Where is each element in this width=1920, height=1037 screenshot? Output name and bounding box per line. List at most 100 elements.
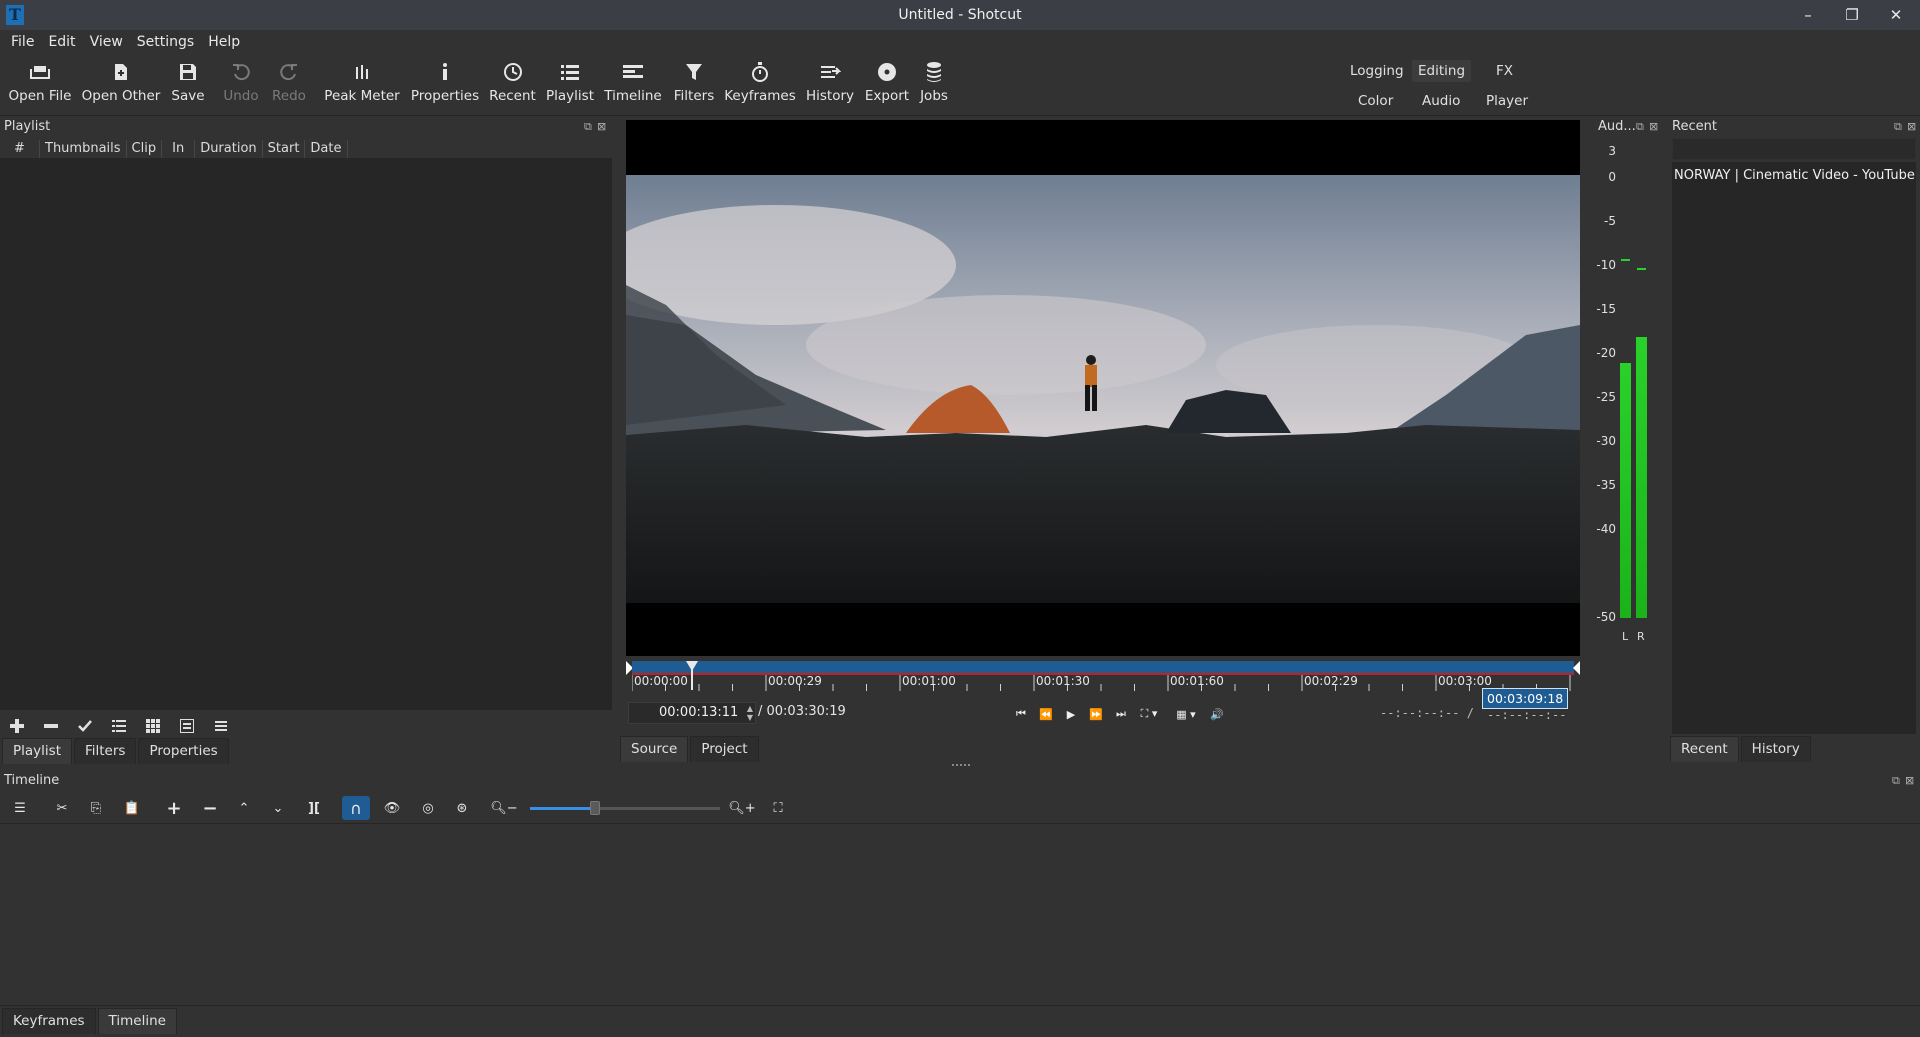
- total-duration: / 00:03:30:19: [758, 704, 846, 719]
- lift-button[interactable]: ⌃: [230, 796, 258, 820]
- col-duration[interactable]: Duration: [195, 140, 263, 158]
- dock-close-icon[interactable]: ⊠: [1907, 120, 1916, 133]
- open-file-button[interactable]: Open File: [9, 58, 71, 112]
- menu-file[interactable]: File: [4, 34, 41, 50]
- volume-button[interactable]: 🔊: [1206, 704, 1228, 724]
- ripple-button[interactable]: ◎: [414, 796, 442, 820]
- redo-button[interactable]: Redo: [270, 58, 308, 112]
- dock-close-icon[interactable]: ⊠: [1905, 774, 1914, 787]
- zoom-button[interactable]: ⛶ ▾: [1134, 704, 1164, 724]
- timeline-menu-button[interactable]: ☰: [6, 796, 34, 820]
- timecode-input[interactable]: 00:00:13:11 ▲ ▼: [628, 702, 756, 724]
- tab-history[interactable]: History: [1740, 736, 1811, 762]
- skip-next-button[interactable]: ⏭: [1110, 704, 1132, 724]
- properties-button[interactable]: Properties: [411, 58, 479, 112]
- workspace-color[interactable]: Color: [1352, 90, 1399, 112]
- col-index[interactable]: #: [0, 140, 40, 158]
- tab-recent[interactable]: Recent: [1670, 736, 1739, 762]
- open-other-button[interactable]: Open Other: [82, 58, 160, 112]
- minimize-button[interactable]: –: [1786, 0, 1830, 30]
- timeline-tracks-area[interactable]: [0, 824, 1920, 1004]
- dock-float-icon[interactable]: ⧉: [1636, 120, 1644, 134]
- playlist-list[interactable]: [0, 158, 612, 710]
- recent-button[interactable]: Recent: [489, 58, 536, 112]
- export-button[interactable]: Export: [864, 58, 910, 112]
- cut-button[interactable]: ✂: [48, 796, 76, 820]
- maximize-button[interactable]: ❐: [1830, 0, 1874, 30]
- fast-forward-button[interactable]: ⏩: [1085, 704, 1107, 724]
- scrub-button[interactable]: 👁: [378, 796, 406, 820]
- col-in[interactable]: In: [162, 140, 196, 158]
- spin-arrows-icon[interactable]: ▲ ▼: [747, 704, 753, 722]
- dock-float-icon[interactable]: ⧉: [1894, 120, 1902, 134]
- workspace-fx[interactable]: FX: [1490, 60, 1519, 82]
- undo-button[interactable]: Undo: [221, 58, 261, 112]
- zoom-slider-handle[interactable]: [590, 801, 600, 815]
- ripple-all-button[interactable]: ⊛: [448, 796, 476, 820]
- workspace-audio[interactable]: Audio: [1416, 90, 1466, 112]
- zoom-slider[interactable]: [530, 801, 720, 815]
- workspace-editing[interactable]: Editing: [1412, 60, 1472, 82]
- play-button[interactable]: ▶: [1060, 704, 1082, 724]
- add-icon[interactable]: [2, 714, 32, 738]
- zoom-in-button[interactable]: 🔍︎+: [728, 796, 756, 820]
- col-clip[interactable]: Clip: [127, 140, 163, 158]
- tab-filters[interactable]: Filters: [73, 738, 137, 764]
- dock-float-icon[interactable]: ⧉: [1892, 774, 1900, 788]
- zoom-fit-button[interactable]: ⛶: [764, 796, 792, 820]
- save-button[interactable]: Save: [170, 58, 206, 112]
- paste-button[interactable]: 📋: [118, 796, 146, 820]
- snap-button[interactable]: ∩: [342, 796, 370, 820]
- dock-float-icon[interactable]: ⧉: [584, 120, 592, 134]
- splitter-handle[interactable]: [952, 764, 970, 768]
- tab-source[interactable]: Source: [620, 736, 689, 762]
- tab-playlist[interactable]: Playlist: [2, 738, 72, 764]
- split-button[interactable]: ][: [300, 796, 328, 820]
- check-icon[interactable]: [70, 714, 100, 738]
- append-button[interactable]: +: [160, 796, 188, 820]
- peak-meter-button[interactable]: Peak Meter: [324, 58, 400, 112]
- magnet-icon: ∩: [350, 798, 362, 818]
- col-thumbnails[interactable]: Thumbnails: [40, 140, 127, 158]
- menu-help[interactable]: Help: [201, 34, 247, 50]
- col-start[interactable]: Start: [263, 140, 306, 158]
- playlist-button[interactable]: Playlist: [546, 58, 594, 112]
- menu-edit[interactable]: Edit: [41, 34, 82, 50]
- menu-settings[interactable]: Settings: [130, 34, 201, 50]
- recent-list[interactable]: NORWAY | Cinematic Video - YouTube...: [1672, 162, 1916, 734]
- remove-icon[interactable]: [36, 714, 66, 738]
- details-view-icon[interactable]: [104, 714, 134, 738]
- copy-button[interactable]: ⎘: [82, 796, 110, 820]
- menu-view[interactable]: View: [83, 34, 130, 50]
- timeline-button[interactable]: Timeline: [604, 58, 662, 112]
- dock-close-icon[interactable]: ⊠: [597, 120, 606, 133]
- close-button[interactable]: ✕: [1874, 0, 1918, 30]
- grid-button[interactable]: ▦ ▾: [1170, 704, 1202, 724]
- zoom-out-button[interactable]: 🔍︎−: [490, 796, 518, 820]
- filters-button[interactable]: Filters: [674, 58, 714, 112]
- rewind-button[interactable]: ⏪: [1035, 704, 1057, 724]
- video-player[interactable]: [626, 120, 1580, 656]
- timeline-scrubber[interactable]: 00:00:00 00:00:29 00:01:00 00:01:30 00:0…: [626, 658, 1580, 692]
- tab-properties[interactable]: Properties: [138, 738, 229, 764]
- jobs-button[interactable]: Jobs: [918, 58, 950, 112]
- recent-search-input[interactable]: [1672, 138, 1916, 160]
- overwrite-button[interactable]: ⌄: [264, 796, 292, 820]
- tab-timeline[interactable]: Timeline: [97, 1008, 177, 1034]
- tab-project[interactable]: Project: [690, 736, 759, 762]
- tab-keyframes[interactable]: Keyframes: [2, 1008, 96, 1034]
- workspace-player[interactable]: Player: [1480, 90, 1534, 112]
- workspace-logging[interactable]: Logging: [1344, 60, 1410, 82]
- history-button[interactable]: History: [806, 58, 854, 112]
- out-marker-icon[interactable]: [1573, 661, 1580, 675]
- menu-icon[interactable]: [206, 714, 236, 738]
- dock-close-icon[interactable]: ⊠: [1649, 120, 1658, 133]
- remove-button[interactable]: −: [196, 796, 224, 820]
- keyframes-button[interactable]: Keyframes: [724, 58, 796, 112]
- tiles-view-icon[interactable]: [138, 714, 168, 738]
- icons-view-icon[interactable]: [172, 714, 202, 738]
- scrub-range-bar[interactable]: [632, 661, 1574, 675]
- skip-previous-button[interactable]: ⏮: [1010, 704, 1032, 724]
- recent-item[interactable]: NORWAY | Cinematic Video - YouTube...: [1672, 162, 1916, 189]
- col-date[interactable]: Date: [305, 140, 348, 158]
